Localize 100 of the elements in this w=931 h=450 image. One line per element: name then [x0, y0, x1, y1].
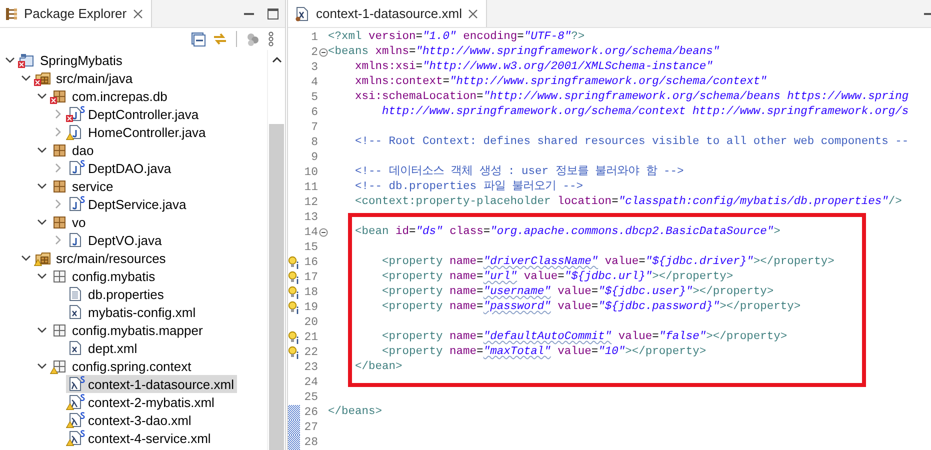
tree-item[interactable]: dept.xml — [66, 339, 140, 357]
code-text: encoding — [462, 31, 518, 43]
tree-item[interactable]: context-2-mybatis.xml — [66, 393, 218, 411]
code-text: = — [652, 331, 659, 343]
lightbulb-icon[interactable] — [288, 346, 299, 360]
file-icon — [67, 286, 83, 302]
circles-icon[interactable] — [245, 31, 261, 47]
code-text: "1.0" — [422, 31, 456, 43]
tree-item[interactable]: dao — [50, 141, 97, 159]
tree-item[interactable]: src/main/resources — [34, 249, 169, 267]
tree-item[interactable]: config.spring.context — [50, 357, 194, 375]
code-text: value — [556, 346, 592, 358]
code-text: <property — [381, 331, 444, 343]
code-text: xmlns — [375, 46, 410, 58]
lightbulb-icon[interactable] — [288, 270, 299, 284]
package-icon — [51, 88, 67, 104]
code-text: <property — [381, 271, 444, 283]
code-text: name — [450, 346, 477, 358]
code-text: = — [416, 61, 423, 73]
code-text: "http://www.springframework.org/schema/context" — [450, 76, 767, 88]
code-text: = — [476, 271, 484, 283]
line-number: 26 — [303, 405, 318, 420]
tree-item[interactable]: context-3-dao.xml — [66, 411, 194, 429]
menu-icon[interactable] — [267, 31, 275, 47]
code-text: <bean — [354, 226, 390, 238]
line-number: 24 — [303, 375, 318, 390]
code-text: ></property> — [753, 256, 834, 268]
code-text: version — [368, 31, 416, 43]
tree-item[interactable]: mybatis-config.xml — [66, 303, 199, 321]
xml-file-icon — [67, 340, 83, 356]
code-text: = — [558, 271, 564, 283]
tree-item[interactable]: com.increpas.db — [50, 87, 170, 105]
code-text: "classpath:config/mybatis/db.properties" — [618, 196, 888, 208]
tree-item[interactable]: context-4-service.xml — [66, 429, 214, 447]
code-text: "10" — [598, 346, 626, 358]
tree-item[interactable]: HomeController.java — [66, 123, 209, 141]
tree-item[interactable]: context-1-datasource.xml — [66, 375, 237, 393]
tree-item[interactable]: src/main/java — [34, 69, 136, 87]
scroll-up-icon[interactable] — [272, 56, 282, 64]
tree-item[interactable]: DeptVO.java — [66, 231, 165, 249]
tree-item[interactable]: config.mybatis — [50, 267, 158, 285]
line-number: 11 — [303, 180, 318, 195]
view-tab[interactable]: Package Explorer — [0, 0, 152, 27]
code-text: = — [476, 286, 484, 298]
scroll-thumb[interactable] — [269, 124, 284, 450]
xml-file-icon — [67, 412, 83, 428]
view-title: Package Explorer — [24, 6, 127, 21]
code-text: = — [591, 346, 598, 358]
collapse-icon[interactable] — [318, 48, 328, 57]
tree-item[interactable]: service — [50, 177, 116, 195]
code-text: > — [774, 226, 780, 238]
xml-file-icon — [67, 376, 83, 392]
tree-item[interactable]: DeptController.java — [66, 105, 202, 123]
code-text: = — [442, 76, 450, 88]
code-text: <beans — [328, 46, 370, 58]
collapse-icon[interactable] — [318, 228, 328, 237]
line-number: 1 — [310, 30, 318, 45]
code-text: <!-- db.properties 파일 불러오기 --> — [354, 181, 584, 193]
line-number: 4 — [310, 75, 318, 90]
code-text: = — [483, 226, 490, 238]
code-text: ></property> — [706, 331, 788, 343]
code-text: class — [448, 226, 484, 238]
lightbulb-icon[interactable] — [288, 300, 299, 314]
maximize-icon[interactable] — [267, 8, 279, 20]
line-number: 22 — [303, 345, 318, 360]
tree-item[interactable]: vo — [50, 213, 89, 231]
lightbulb-icon[interactable] — [288, 330, 299, 344]
tree-item[interactable]: config.mybatis.mapper — [50, 321, 206, 339]
code-text: "${jdbc.url}" — [564, 271, 652, 283]
code-text: <?xml — [328, 31, 363, 43]
lightbulb-icon[interactable] — [288, 256, 299, 270]
editor-tab[interactable]: context-1-datasource.xml — [288, 0, 487, 27]
xml-file-icon — [67, 394, 83, 410]
folder-icon — [35, 250, 51, 266]
collapse-all-icon[interactable] — [190, 31, 206, 47]
code-text: value — [556, 301, 592, 313]
java-file-icon — [67, 124, 83, 140]
lightbulb-icon[interactable] — [288, 286, 299, 300]
line-number: 2 — [310, 45, 318, 60]
code-text: = — [409, 226, 416, 238]
tree-item[interactable]: DeptService.java — [66, 195, 190, 213]
close-icon[interactable] — [132, 8, 143, 18]
code-text: "${jdbc.driver}" — [645, 256, 754, 268]
code-text: name — [450, 331, 477, 343]
package-icon — [51, 358, 67, 374]
code-text: "org.apache.commons.dbcp2.BasicDataSource" — [490, 226, 774, 238]
tree-item[interactable]: DeptDAO.java — [66, 159, 174, 177]
line-number: 3 — [310, 60, 318, 75]
tree-item[interactable]: SpringMybatis — [18, 51, 126, 69]
java-file-icon — [67, 196, 83, 212]
code-text: "url" — [483, 271, 518, 283]
tree-item[interactable]: db.properties — [66, 285, 167, 303]
code-text: "UTF-8" — [524, 31, 572, 43]
code-text: name — [450, 256, 477, 268]
code-text: <!-- Root Context: defines shared resources visible to all other web components -- — [354, 136, 909, 148]
xml-file-icon — [294, 6, 310, 22]
code-text: xsi:schemaLocation — [354, 91, 477, 103]
line-number: 6 — [310, 105, 318, 120]
close-icon[interactable] — [468, 8, 478, 18]
code-text: value — [522, 271, 558, 283]
